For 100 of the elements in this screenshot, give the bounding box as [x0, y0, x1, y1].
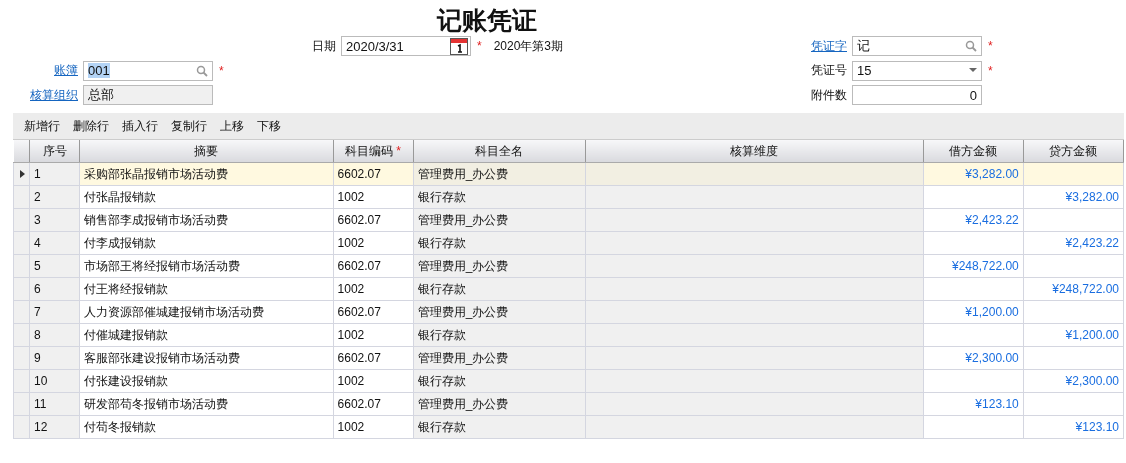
toolbar-button[interactable]: 删除行 — [68, 115, 114, 137]
column-header[interactable]: 科目编码 * — [333, 140, 414, 163]
field-label: 日期 — [311, 37, 336, 55]
required-mark: * — [988, 39, 993, 54]
table-cell: 管理费用_办公费 — [417, 304, 509, 319]
input-field[interactable]: 2020/3/31 — [341, 36, 471, 57]
table-cell: 1002 — [337, 236, 365, 250]
row-number: 10 — [34, 374, 48, 388]
table-cell: 1002 — [337, 282, 365, 296]
table-cell: 6602.07 — [337, 305, 381, 319]
dropdown-caret-icon[interactable] — [969, 68, 977, 74]
table-row[interactable]: 7 人力资源部催城建报销市场活动费 6602.07 管理费用_办公费 ¥1,200.00 — [13, 300, 1124, 324]
row-number: 4 — [34, 236, 41, 250]
period-text: 2020年第3期 — [493, 37, 564, 55]
table-cell: 6602.07 — [337, 397, 381, 411]
table-cell: 客服部张建设报销市场活动费 — [84, 350, 241, 365]
column-header[interactable]: 借方金额 — [923, 140, 1024, 163]
table-cell: 银行存款 — [417, 189, 466, 204]
field-link[interactable]: 核算组织 — [0, 86, 78, 104]
table-cell: 1002 — [337, 420, 365, 434]
table-cell: 管理费用_办公费 — [417, 396, 509, 411]
toolbar-button[interactable]: 下移 — [252, 115, 286, 137]
column-header[interactable]: 核算维度 — [585, 140, 924, 163]
table-row[interactable]: 6 付王将经报销款 1002 银行存款 ¥248,722.00 — [13, 277, 1124, 301]
field-link[interactable]: 账簿 — [0, 62, 78, 80]
table-cell: 销售部李成报销市场活动费 — [84, 212, 229, 227]
row-number: 8 — [34, 328, 41, 342]
table-cell: 6602.07 — [337, 213, 381, 227]
row-number: 6 — [34, 282, 41, 296]
row-number: 1 — [34, 167, 41, 181]
toolbar-button[interactable]: 上移 — [215, 115, 249, 137]
required-mark: * — [477, 39, 482, 54]
table-cell: 1002 — [337, 190, 365, 204]
table-row[interactable]: 1 采购部张晶报销市场活动费 6602.07 管理费用_办公费 ¥3,282.00 — [13, 162, 1124, 186]
table-row[interactable]: 3 销售部李成报销市场活动费 6602.07 管理费用_办公费 ¥2,423.22 — [13, 208, 1124, 232]
table-cell: 管理费用_办公费 — [417, 212, 509, 227]
table-cell: 1002 — [337, 374, 365, 388]
amount-cell: ¥2,300.00 — [965, 351, 1019, 365]
row-number: 2 — [34, 190, 41, 204]
input-field[interactable]: 总部 — [83, 85, 213, 106]
column-header[interactable]: 贷方金额 — [1023, 140, 1124, 163]
amount-cell: ¥123.10 — [1075, 420, 1119, 434]
table-cell: 付苟冬报销款 — [84, 419, 157, 434]
toolbar-button[interactable]: 插入行 — [117, 115, 163, 137]
table-row[interactable]: 8 付催城建报销款 1002 银行存款 ¥1,200.00 — [13, 323, 1124, 347]
required-mark: * — [988, 63, 993, 78]
amount-cell: ¥1,200.00 — [1065, 328, 1119, 342]
table-cell: 6602.07 — [337, 351, 381, 365]
table-cell: 研发部苟冬报销市场活动费 — [84, 396, 229, 411]
table-cell: 6602.07 — [337, 167, 381, 181]
toolbar-button[interactable]: 新增行 — [19, 115, 65, 137]
table-cell: 人力资源部催城建报销市场活动费 — [84, 304, 265, 319]
table-cell: 付李成报销款 — [84, 235, 157, 250]
table-row[interactable]: 5 市场部王将经报销市场活动费 6602.07 管理费用_办公费 ¥248,722.00 — [13, 254, 1124, 278]
input-field[interactable]: 记 — [852, 36, 982, 57]
toolbar-button[interactable]: 复制行 — [166, 115, 212, 137]
table-cell: 银行存款 — [417, 281, 466, 296]
table-cell: 市场部王将经报销市场活动费 — [84, 258, 241, 273]
input-field[interactable]: 001 — [83, 60, 213, 81]
column-header[interactable]: 序号 — [29, 140, 80, 163]
table-cell: 6602.07 — [337, 259, 381, 273]
required-mark: * — [219, 63, 224, 78]
table-row[interactable]: 11 研发部苟冬报销市场活动费 6602.07 管理费用_办公费 ¥123.10 — [13, 392, 1124, 416]
table-cell: 付催城建报销款 — [84, 327, 169, 342]
table-row[interactable]: 9 客服部张建设报销市场活动费 6602.07 管理费用_办公费 ¥2,300.00 — [13, 346, 1124, 370]
table-row[interactable]: 12 付苟冬报销款 1002 银行存款 ¥123.10 — [13, 415, 1124, 439]
table-cell: 管理费用_办公费 — [417, 166, 509, 181]
search-icon[interactable] — [965, 40, 977, 53]
row-number: 12 — [34, 420, 48, 434]
amount-cell: ¥2,300.00 — [1065, 374, 1119, 388]
table-cell: 付张建设报销款 — [84, 373, 169, 388]
row-number: 3 — [34, 213, 41, 227]
amount-cell: ¥248,722.00 — [1052, 282, 1119, 296]
table-cell: 采购部张晶报销市场活动费 — [84, 166, 229, 181]
row-number: 9 — [34, 351, 41, 365]
table-cell: 付张晶报销款 — [84, 189, 157, 204]
row-number: 11 — [34, 397, 47, 411]
input-field[interactable]: 15 — [852, 60, 982, 81]
table-cell: 银行存款 — [417, 327, 466, 342]
amount-cell: ¥3,282.00 — [1065, 190, 1119, 204]
input-field[interactable]: 0 — [852, 85, 982, 106]
table-cell: 银行存款 — [417, 419, 466, 434]
voucher-title: 记账凭证 — [435, 5, 538, 34]
amount-cell: ¥1,200.00 — [965, 305, 1019, 319]
search-icon[interactable] — [196, 64, 208, 77]
column-header[interactable]: 摘要 — [79, 140, 334, 163]
table-cell: 管理费用_办公费 — [417, 350, 509, 365]
header-cell — [13, 140, 30, 163]
amount-cell: ¥2,423.22 — [1065, 236, 1119, 250]
table-cell: 银行存款 — [417, 373, 466, 388]
calendar-icon[interactable] — [450, 37, 468, 56]
amount-cell: ¥3,282.00 — [965, 167, 1019, 181]
table-row[interactable]: 2 付张晶报销款 1002 银行存款 ¥3,282.00 — [13, 185, 1124, 209]
column-header[interactable]: 科目全名 — [413, 140, 586, 163]
row-number: 7 — [34, 305, 41, 319]
table-row[interactable]: 4 付李成报销款 1002 银行存款 ¥2,423.22 — [13, 231, 1124, 255]
row-number: 5 — [34, 259, 41, 273]
field-label: 凭证号 — [810, 62, 847, 80]
field-link[interactable]: 凭证字 — [790, 37, 847, 55]
table-row[interactable]: 10 付张建设报销款 1002 银行存款 ¥2,300.00 — [13, 369, 1124, 393]
